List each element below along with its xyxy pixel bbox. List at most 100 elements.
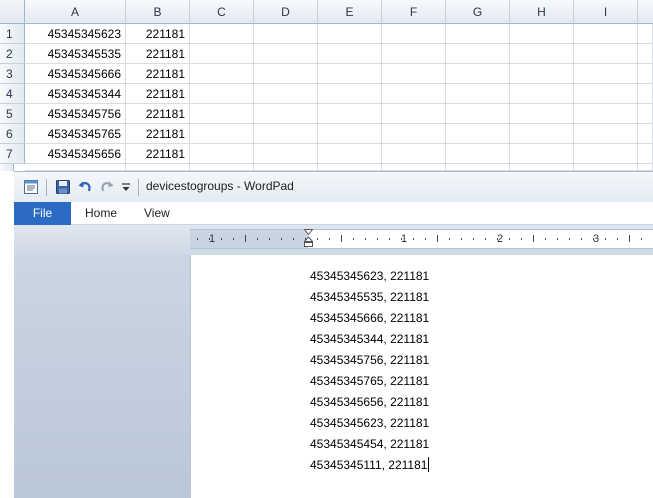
empty-cell[interactable] — [25, 164, 126, 171]
cell-b2[interactable]: 221181 — [126, 44, 190, 64]
empty-cell[interactable] — [318, 164, 382, 171]
empty-cell[interactable] — [574, 144, 638, 164]
empty-cell[interactable] — [382, 104, 446, 124]
empty-cell[interactable] — [126, 164, 190, 171]
cell-b3[interactable]: 221181 — [126, 64, 190, 84]
empty-cell[interactable] — [382, 64, 446, 84]
empty-cell[interactable] — [382, 164, 446, 171]
customize-qat-icon[interactable] — [120, 179, 136, 195]
row-header[interactable]: 7 — [0, 144, 25, 164]
document-text[interactable]: 45345345623, 221181 45345345535, 221181 … — [310, 266, 430, 476]
empty-cell[interactable] — [446, 164, 510, 171]
empty-cell[interactable] — [446, 84, 510, 104]
redo-icon[interactable] — [99, 179, 115, 195]
empty-cell[interactable] — [638, 144, 653, 164]
empty-cell[interactable] — [574, 104, 638, 124]
empty-cell[interactable] — [254, 104, 318, 124]
empty-cell[interactable] — [638, 164, 653, 171]
empty-cell[interactable] — [510, 84, 574, 104]
empty-cell[interactable] — [510, 164, 574, 171]
empty-cell[interactable] — [190, 84, 254, 104]
tab-file[interactable]: File — [14, 202, 71, 225]
column-header-h[interactable]: H — [510, 0, 574, 24]
empty-cell[interactable] — [190, 44, 254, 64]
select-all-corner[interactable] — [0, 0, 25, 24]
empty-cell[interactable] — [510, 24, 574, 44]
cell-a6[interactable]: 45345345765 — [25, 124, 126, 144]
document-page[interactable]: 45345345623, 221181 45345345535, 221181 … — [190, 255, 653, 498]
empty-cell[interactable] — [382, 124, 446, 144]
empty-cell[interactable] — [446, 44, 510, 64]
ruler[interactable]: 1 1 2 3 — [190, 229, 653, 249]
empty-cell[interactable] — [254, 124, 318, 144]
empty-cell[interactable] — [254, 24, 318, 44]
empty-cell[interactable] — [510, 64, 574, 84]
tab-view[interactable]: View — [144, 202, 170, 225]
cell-b1[interactable]: 221181 — [126, 24, 190, 44]
empty-cell[interactable] — [446, 124, 510, 144]
empty-cell[interactable] — [254, 84, 318, 104]
empty-cell[interactable] — [574, 164, 638, 171]
column-header-d[interactable]: D — [254, 0, 318, 24]
empty-cell[interactable] — [190, 104, 254, 124]
column-header-g[interactable]: G — [446, 0, 510, 24]
empty-cell[interactable] — [638, 24, 653, 44]
indent-marker-icon[interactable] — [303, 229, 314, 249]
empty-cell[interactable] — [510, 104, 574, 124]
empty-cell[interactable] — [190, 64, 254, 84]
row-header[interactable]: 3 — [0, 64, 25, 84]
empty-cell[interactable] — [254, 164, 318, 171]
column-header-b[interactable]: B — [126, 0, 190, 24]
empty-cell[interactable] — [382, 44, 446, 64]
row-header[interactable]: 1 — [0, 24, 25, 44]
empty-cell[interactable] — [318, 144, 382, 164]
column-header-f[interactable]: F — [382, 0, 446, 24]
cell-a1[interactable]: 45345345623 — [25, 24, 126, 44]
cell-a5[interactable]: 45345345756 — [25, 104, 126, 124]
empty-cell[interactable] — [638, 84, 653, 104]
empty-cell[interactable] — [382, 144, 446, 164]
wordpad-app-icon[interactable] — [23, 179, 39, 195]
empty-cell[interactable] — [318, 84, 382, 104]
empty-cell[interactable] — [446, 64, 510, 84]
row-header[interactable]: 6 — [0, 124, 25, 144]
empty-cell[interactable] — [190, 164, 254, 171]
empty-cell[interactable] — [446, 104, 510, 124]
row-header[interactable]: 2 — [0, 44, 25, 64]
empty-cell[interactable] — [318, 24, 382, 44]
empty-cell[interactable] — [638, 64, 653, 84]
tab-home[interactable]: Home — [85, 202, 117, 225]
empty-cell[interactable] — [190, 24, 254, 44]
empty-cell[interactable] — [574, 64, 638, 84]
empty-cell[interactable] — [190, 144, 254, 164]
empty-cell[interactable] — [382, 24, 446, 44]
empty-cell[interactable] — [510, 144, 574, 164]
empty-cell[interactable] — [638, 104, 653, 124]
row-header[interactable]: 4 — [0, 84, 25, 104]
column-header-i[interactable]: I — [574, 0, 638, 24]
empty-cell[interactable] — [318, 64, 382, 84]
empty-cell[interactable] — [574, 124, 638, 144]
empty-cell[interactable] — [254, 44, 318, 64]
empty-cell[interactable] — [574, 44, 638, 64]
empty-cell[interactable] — [638, 124, 653, 144]
cell-b5[interactable]: 221181 — [126, 104, 190, 124]
empty-cell[interactable] — [318, 44, 382, 64]
cell-a4[interactable]: 45345345344 — [25, 84, 126, 104]
empty-cell[interactable] — [318, 104, 382, 124]
cell-b7[interactable]: 221181 — [126, 144, 190, 164]
column-header-a[interactable]: A — [25, 0, 126, 24]
column-header-e[interactable]: E — [318, 0, 382, 24]
cell-a2[interactable]: 45345345535 — [25, 44, 126, 64]
empty-cell[interactable] — [254, 64, 318, 84]
empty-cell[interactable] — [574, 84, 638, 104]
column-header-c[interactable]: C — [190, 0, 254, 24]
cell-a7[interactable]: 45345345656 — [25, 144, 126, 164]
cell-a3[interactable]: 45345345666 — [25, 64, 126, 84]
cell-b6[interactable]: 221181 — [126, 124, 190, 144]
empty-cell[interactable] — [318, 124, 382, 144]
undo-icon[interactable] — [77, 179, 93, 195]
column-header-j[interactable] — [638, 0, 653, 24]
empty-cell[interactable] — [254, 144, 318, 164]
save-icon[interactable] — [55, 179, 71, 195]
